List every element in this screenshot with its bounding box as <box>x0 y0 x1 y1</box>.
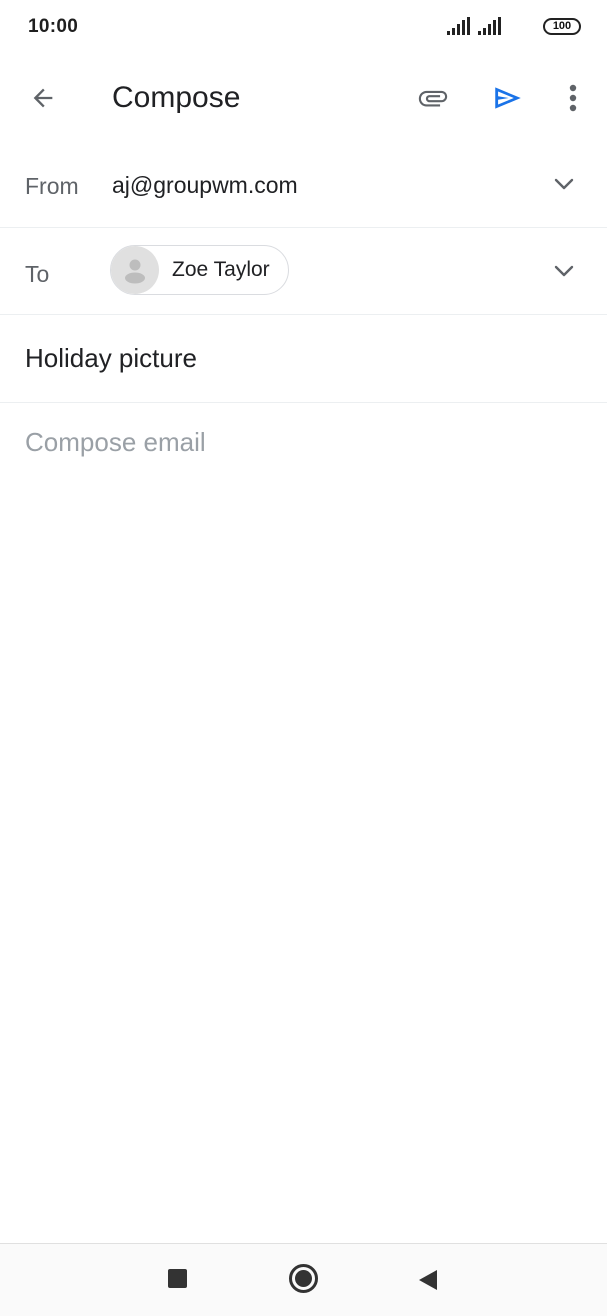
subject-field[interactable]: Holiday picture <box>0 315 607 403</box>
page-title: Compose <box>112 81 241 114</box>
back-button[interactable] <box>18 76 68 120</box>
from-address[interactable]: aj@groupwm.com <box>112 172 298 199</box>
status-bar: 10:00 100 <box>0 0 607 54</box>
attach-button[interactable] <box>409 76 457 120</box>
home-circle-icon[interactable] <box>289 1264 318 1293</box>
system-nav-bar <box>0 1243 607 1316</box>
recents-square-icon[interactable] <box>168 1269 187 1288</box>
home-dot <box>295 1270 312 1287</box>
chevron-down-icon <box>554 265 574 277</box>
avatar <box>111 246 159 294</box>
paperclip-icon <box>418 90 448 107</box>
from-label: From <box>25 173 79 199</box>
send-button[interactable] <box>484 76 532 120</box>
more-vert-icon <box>569 84 577 112</box>
compose-screen: 10:00 100 Compose From aj@groupwm.com To… <box>0 0 607 1316</box>
person-icon <box>125 259 145 284</box>
back-arrow-icon <box>33 88 53 108</box>
send-icon <box>495 87 521 109</box>
from-dropdown-button[interactable] <box>548 168 580 200</box>
chevron-down-icon <box>554 178 574 190</box>
recipient-name: Zoe Taylor <box>172 258 270 281</box>
signal-icon <box>478 17 501 35</box>
subject-text: Holiday picture <box>25 343 197 373</box>
status-time: 10:00 <box>28 16 79 37</box>
to-field-row[interactable]: To Zoe Taylor <box>0 228 607 315</box>
app-bar: Compose <box>0 54 607 142</box>
recipient-chip[interactable]: Zoe Taylor <box>110 245 289 295</box>
battery-level: 100 <box>552 20 572 32</box>
battery-icon: 100 <box>543 18 581 35</box>
to-expand-button[interactable] <box>548 255 580 287</box>
to-label: To <box>25 261 50 287</box>
back-triangle-icon[interactable] <box>417 1268 439 1292</box>
signal-icon <box>447 17 470 35</box>
more-options-button[interactable] <box>553 76 593 120</box>
compose-body-input[interactable]: Compose email <box>25 427 206 458</box>
from-field-row: From aj@groupwm.com <box>0 142 607 228</box>
